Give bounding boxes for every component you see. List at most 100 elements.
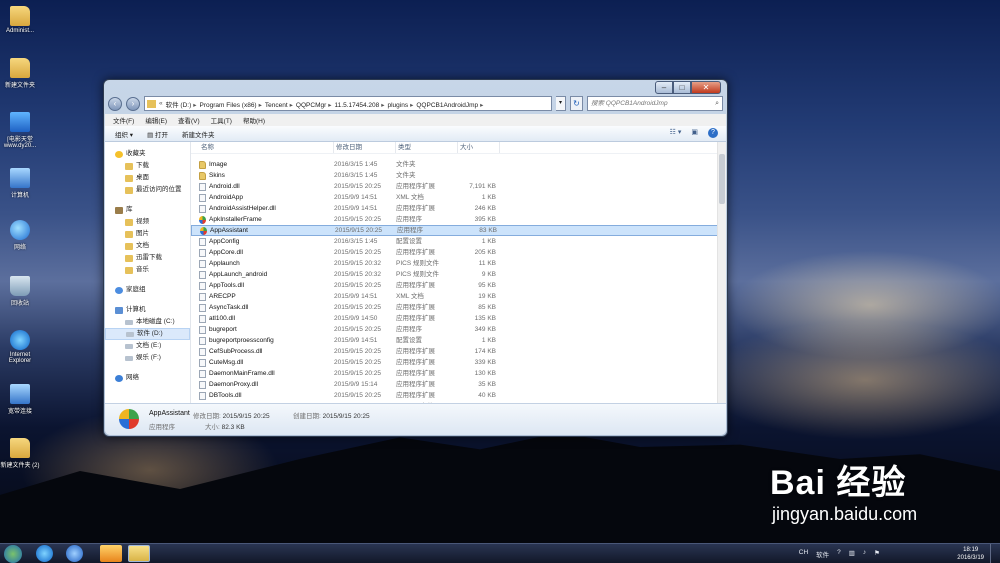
file-row[interactable]: AsyncTask.dll 2015/9/15 20:25 应用程序扩展 85 KB (191, 302, 726, 313)
breadcrumb-separator-icon[interactable]: ▸ (328, 102, 331, 109)
file-row[interactable]: CefSubProcess.dll 2015/9/15 20:25 应用程序扩展 17… (191, 346, 726, 357)
file-row[interactable]: AndroidAssistHelper.dll 2015/9/9 14:51 应用程… (191, 203, 726, 214)
preview-pane-icon[interactable]: ▣ (691, 128, 698, 138)
breadcrumb-separator-icon[interactable]: ▸ (381, 102, 384, 109)
file-row[interactable]: DBTools.dll 2015/9/15 20:25 应用程序扩展 40 KB (191, 390, 726, 401)
breadcrumb-separator-icon[interactable]: ▸ (410, 102, 413, 109)
file-row[interactable]: DaemonProxy.dll 2015/9/9 15:14 应用程序扩展 35 KB (191, 379, 726, 390)
file-row[interactable]: AppTools.dll 2015/9/15 20:25 应用程序扩展 95 KB (191, 280, 726, 291)
nav-item[interactable]: 下载 (105, 160, 190, 172)
nav-item[interactable]: 软件 (D:) (105, 328, 190, 340)
view-options-icon[interactable]: ☷ ▾ (670, 128, 682, 138)
minimize-button[interactable]: – (655, 81, 673, 94)
file-row[interactable]: AppConfig 2016/3/15 1:45 配置设置 1 KB (191, 236, 726, 247)
nav-item[interactable]: 桌面 (105, 172, 190, 184)
refresh-icon[interactable]: ↻ (570, 96, 583, 111)
column-type[interactable]: 类型 (396, 142, 458, 153)
nav-item[interactable]: 本地磁盘 (C:) (105, 316, 190, 328)
breadcrumb-item[interactable]: QQPCB1AndroidJmp (416, 102, 478, 109)
file-row[interactable]: bugreportproessconfig 2015/9/9 14:51 配置设置 1… (191, 335, 726, 346)
breadcrumb-separator-icon[interactable]: ▸ (193, 102, 196, 109)
ie-taskbar-icon[interactable] (36, 545, 53, 562)
column-name[interactable]: 名称 (199, 142, 334, 153)
organize-button[interactable]: 组织 ▾ (115, 129, 133, 139)
app-taskbar-icon[interactable] (100, 545, 122, 562)
desktop-icon[interactable]: Administ... (0, 6, 40, 34)
column-date[interactable]: 修改日期 (334, 142, 396, 153)
help-icon[interactable]: ? (708, 128, 718, 138)
breadcrumb-item[interactable]: plugins (388, 102, 409, 109)
open-button[interactable]: ▤ 打开 (147, 129, 168, 139)
menu-item[interactable]: 查看(V) (178, 115, 200, 125)
file-row[interactable]: bugreport 2015/9/15 20:25 应用程序 349 KB (191, 324, 726, 335)
nav-item[interactable]: 计算机 (105, 304, 190, 316)
file-row[interactable]: ApkInstallerFrame 2015/9/15 20:25 应用程序 395 … (191, 214, 726, 225)
breadcrumb-separator-icon[interactable]: ▸ (290, 102, 293, 109)
file-row[interactable]: Skins 2016/3/15 1:45 文件夹 (191, 170, 726, 181)
clock[interactable]: 18:19 2016/3/19 (957, 546, 984, 562)
help-icon[interactable]: ? (837, 549, 841, 559)
maximize-button[interactable]: □ (673, 81, 691, 94)
desktop-icon[interactable]: 回收站 (0, 276, 40, 307)
nav-item[interactable]: 视频 (105, 216, 190, 228)
nav-item[interactable]: 库 (105, 204, 190, 216)
file-row[interactable]: Android.dll 2015/9/15 20:25 应用程序扩展 7,191 KB (191, 181, 726, 192)
explorer-taskbar-icon[interactable] (128, 545, 150, 562)
desktop-icon[interactable]: 网络 (0, 220, 40, 251)
nav-item[interactable]: 最近访问的位置 (105, 184, 190, 196)
address-dropdown-icon[interactable]: ▾ (556, 96, 566, 111)
file-row[interactable]: CuteMsg.dll 2015/9/15 20:25 应用程序扩展 339 KB (191, 357, 726, 368)
nav-item[interactable]: 文档 (105, 240, 190, 252)
desktop-icon[interactable]: 新建文件夹 (2) (0, 438, 40, 469)
tray-item[interactable]: 软件 (816, 549, 829, 559)
breadcrumb-separator-icon[interactable]: ▸ (259, 102, 262, 109)
breadcrumb-item[interactable]: QQPCMgr (296, 102, 326, 109)
file-row[interactable]: AndroidApp 2015/9/9 14:51 XML 文档 1 KB (191, 192, 726, 203)
file-row[interactable]: AppCore.dll 2015/9/15 20:25 应用程序扩展 205 KB (191, 247, 726, 258)
close-button[interactable]: ✕ (691, 81, 721, 94)
file-row[interactable]: ARECPP 2015/9/9 14:51 XML 文档 19 KB (191, 291, 726, 302)
menu-item[interactable]: 工具(T) (211, 115, 232, 125)
vertical-scrollbar[interactable] (717, 142, 726, 405)
start-button[interactable] (4, 545, 22, 563)
file-row[interactable]: DaemonMainFrame.dll 2015/9/15 20:25 应用程序扩展… (191, 368, 726, 379)
menu-item[interactable]: 帮助(H) (243, 115, 265, 125)
desktop-icon[interactable]: [电影天堂www.dy20... (0, 112, 40, 149)
breadcrumb-item[interactable]: Tencent (265, 102, 288, 109)
desktop-icon[interactable]: Internet Explorer (0, 330, 40, 364)
breadcrumb-separator-icon[interactable]: ▸ (480, 102, 483, 109)
file-row[interactable]: AppLaunch_android 2015/9/15 20:32 PICS 规则文… (191, 269, 726, 280)
media-player-taskbar-icon[interactable] (66, 545, 83, 562)
nav-item[interactable]: 家庭组 (105, 284, 190, 296)
nav-item[interactable]: 网络 (105, 372, 190, 384)
menu-item[interactable]: 编辑(E) (145, 115, 167, 125)
scrollbar-thumb[interactable] (719, 154, 725, 204)
nav-item[interactable]: 音乐 (105, 264, 190, 276)
desktop-icon[interactable]: 计算机 (0, 168, 40, 199)
tray-item[interactable]: CH (799, 549, 808, 559)
show-desktop-button[interactable] (990, 544, 1000, 563)
new-folder-button[interactable]: 新建文件夹 (182, 129, 215, 139)
file-row[interactable]: AppAssistant 2015/9/15 20:25 应用程序 83 KB (191, 225, 726, 236)
address-field[interactable]: « 软件 (D:) ▸ Program Files (x86) ▸ Tencent ▸ QQ… (144, 96, 552, 111)
file-row[interactable]: atl100.dll 2015/9/9 14:50 应用程序扩展 135 KB (191, 313, 726, 324)
nav-item[interactable]: 收藏夹 (105, 148, 190, 160)
nav-item[interactable]: 文档 (E:) (105, 340, 190, 352)
search-box[interactable]: ⌕ (587, 96, 723, 111)
menu-item[interactable]: 文件(F) (113, 115, 134, 125)
file-row[interactable]: Applaunch 2015/9/15 20:32 PICS 规则文件 11 KB (191, 258, 726, 269)
nav-item[interactable]: 迅雷下载 (105, 252, 190, 264)
file-row[interactable]: Image 2016/3/15 1:45 文件夹 (191, 159, 726, 170)
nav-item[interactable]: 图片 (105, 228, 190, 240)
breadcrumb-item[interactable]: Program Files (x86) (200, 102, 257, 109)
desktop-icon[interactable]: 新建文件夹 (0, 58, 40, 89)
network-icon[interactable]: ▥ (849, 549, 855, 559)
desktop-icon[interactable]: 宽带连接 (0, 384, 40, 415)
breadcrumb-item[interactable]: 11.5.17454.208 (335, 102, 380, 109)
breadcrumb-item[interactable]: 软件 (D:) (166, 102, 192, 109)
nav-item[interactable]: 娱乐 (F:) (105, 352, 190, 364)
flag-icon[interactable]: ⚑ (874, 549, 880, 559)
back-icon[interactable]: ‹ (108, 96, 122, 111)
search-input[interactable] (591, 100, 716, 107)
volume-icon[interactable]: ♪ (863, 549, 866, 559)
